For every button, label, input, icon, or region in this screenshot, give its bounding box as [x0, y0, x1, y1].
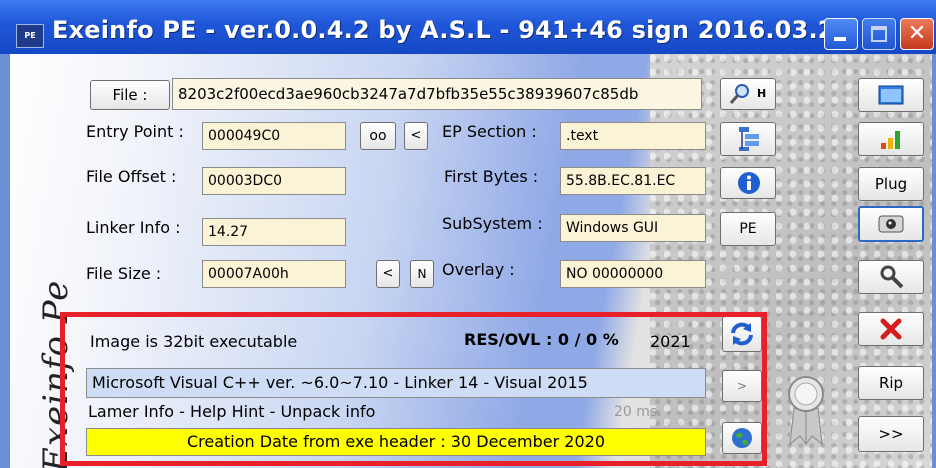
highlight-annotation-box [60, 312, 767, 466]
file-size-prev-label: < [382, 266, 394, 281]
magnifier-icon [729, 84, 749, 104]
section-viewer-button[interactable] [720, 122, 776, 156]
file-size-label: File Size : [86, 264, 162, 283]
plugins-button-label: Plug [874, 175, 908, 193]
more-options-button[interactable]: >> [858, 416, 924, 452]
exit-button[interactable] [858, 312, 924, 346]
statistics-button[interactable] [858, 122, 924, 156]
overlay-field[interactable]: NO 00000000 [560, 260, 706, 288]
entry-point-prev-label: < [410, 128, 422, 143]
more-options-label: >> [878, 425, 904, 443]
camera-eye-icon [878, 215, 904, 233]
file-size-n-button[interactable]: N [410, 260, 434, 288]
app-window: PE Exeinfo PE - ver.0.0.4.2 by A.S.L - 9… [0, 0, 936, 468]
award-medal-icon [788, 376, 824, 446]
minimize-icon [834, 37, 846, 41]
linker-info-label: Linker Info : [86, 218, 181, 237]
linker-info-field[interactable]: 14.27 [202, 218, 346, 246]
search-button[interactable]: H [720, 78, 776, 110]
open-folder-button[interactable] [858, 78, 924, 112]
file-size-prev-button[interactable]: < [376, 260, 400, 288]
info-icon [738, 172, 760, 194]
subsystem-field[interactable]: Windows GUI [560, 214, 706, 242]
overlay-label: Overlay : [442, 260, 515, 279]
title-bar[interactable]: PE Exeinfo PE - ver.0.0.4.2 by A.S.L - 9… [0, 0, 936, 54]
bar-chart-icon [881, 131, 900, 149]
ep-section-label: EP Section : [442, 122, 537, 141]
plugins-button[interactable]: Plug [858, 167, 924, 201]
screenshot-button[interactable] [858, 206, 924, 242]
window-title: Exeinfo PE - ver.0.0.4.2 by A.S.L - 941+… [52, 16, 852, 44]
first-bytes-label: First Bytes : [444, 167, 539, 186]
subsystem-label: SubSystem : [442, 214, 543, 233]
file-size-n-label: N [417, 267, 427, 281]
folder-icon [878, 85, 904, 105]
app-icon[interactable]: PE [16, 24, 44, 48]
maximize-button[interactable] [862, 18, 896, 50]
tree-list-icon [739, 127, 759, 151]
rip-button[interactable]: Rip [858, 366, 924, 400]
file-path-field[interactable]: 8203c2f00ecd3ae960cb3247a7d7bfb35e55c389… [172, 78, 702, 110]
entry-point-prev-button[interactable]: < [404, 122, 428, 150]
entry-point-field[interactable]: 000049C0 [202, 122, 346, 150]
pe-button[interactable]: PE [720, 212, 776, 246]
file-offset-field[interactable]: 00003DC0 [202, 167, 346, 195]
minimize-button[interactable] [824, 18, 858, 50]
search-button-letter: H [757, 87, 767, 100]
info-button[interactable] [720, 167, 776, 199]
maximize-icon [871, 26, 887, 42]
pe-button-label: PE [739, 221, 757, 237]
file-open-button[interactable]: File : [90, 80, 170, 110]
tools-button[interactable] [858, 260, 924, 294]
oo-button[interactable]: oo [360, 122, 396, 150]
red-x-icon [880, 318, 902, 340]
close-button[interactable]: ✕ [900, 18, 934, 50]
first-bytes-field[interactable]: 55.8B.EC.81.EC [560, 167, 706, 195]
file-offset-label: File Offset : [86, 167, 177, 186]
entry-point-label: Entry Point : [86, 122, 184, 141]
oo-button-label: oo [369, 128, 387, 144]
close-icon: ✕ [907, 21, 927, 46]
file-button-label: File : [112, 86, 148, 104]
file-size-field[interactable]: 00007A00h [202, 260, 346, 288]
rip-button-label: Rip [878, 374, 904, 392]
ep-section-field[interactable]: .text [560, 122, 706, 150]
wrench-icon [880, 265, 904, 289]
